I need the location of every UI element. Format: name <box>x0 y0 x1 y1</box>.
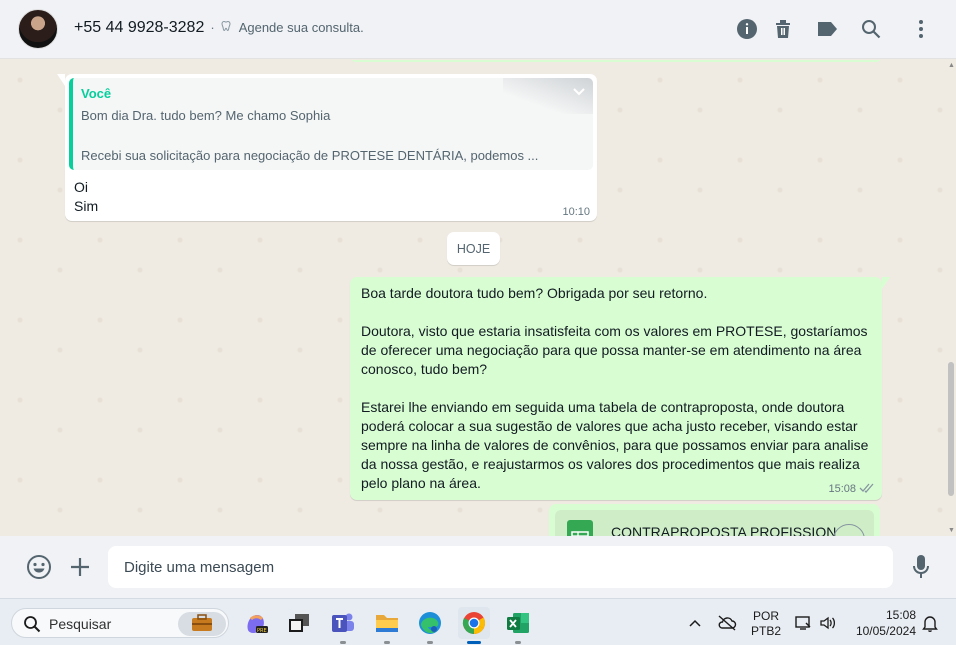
double-check-icon <box>859 482 875 496</box>
spreadsheet-file-icon <box>567 520 593 536</box>
incoming-message[interactable]: Você Bom dia Dra. tudo bem? Me chamo Sop… <box>57 74 597 221</box>
attach-plus-icon[interactable] <box>67 554 93 580</box>
message-text: Boa tarde doutora tudo bem? Obrigada por… <box>361 284 879 493</box>
outgoing-message[interactable]: Boa tarde doutora tudo bem? Obrigada por… <box>350 277 890 500</box>
download-icon[interactable] <box>833 524 865 536</box>
taskbar-search[interactable]: Pesquisar <box>11 608 229 638</box>
briefcase-icon[interactable] <box>178 612 226 636</box>
file-explorer-icon[interactable] <box>371 607 403 644</box>
chat-area[interactable]: Você Bom dia Dra. tudo bem? Me chamo Sop… <box>0 60 956 536</box>
copilot-icon[interactable]: PRE <box>240 607 272 639</box>
quoted-message[interactable]: Você Bom dia Dra. tudo bem? Me chamo Sop… <box>69 78 593 170</box>
message-paragraph: Doutora, visto que estaria insatisfeita … <box>361 323 868 377</box>
contact-info[interactable]: +55 44 9928-3282 · Agende sua consulta. <box>74 19 364 37</box>
search-label: Pesquisar <box>49 616 112 632</box>
excel-icon[interactable] <box>502 607 534 644</box>
contact-name: +55 44 9928-3282 <box>74 19 205 36</box>
edge-icon[interactable] <box>414 607 446 644</box>
message-line: Oi <box>74 179 88 195</box>
message-time: 15:08 <box>828 483 856 495</box>
scroll-up-arrow-icon[interactable]: ▲ <box>948 62 955 69</box>
network-icon[interactable] <box>792 599 814 645</box>
contact-avatar[interactable] <box>18 9 58 49</box>
document-name: CONTRAPROPOSTA PROFISSION <box>611 524 837 536</box>
message-time: 10:10 <box>562 206 590 218</box>
scrollbar-thumb[interactable] <box>948 362 954 496</box>
volume-icon[interactable] <box>817 599 839 645</box>
tooth-icon <box>221 20 233 32</box>
chat-header: +55 44 9928-3282 · Agende sua consulta. <box>0 0 956 59</box>
document-card[interactable]: CONTRAPROPOSTA PROFISSION <box>555 510 874 536</box>
label-icon[interactable] <box>815 17 839 41</box>
emoji-icon[interactable] <box>26 554 52 580</box>
clock-date: 10/05/2024 <box>855 624 916 638</box>
language-code: POR <box>752 609 779 623</box>
taskbar-clock[interactable]: 15:08 10/05/2024 <box>848 607 916 639</box>
menu-icon[interactable] <box>909 17 933 41</box>
keyboard-layout: PTB2 <box>751 624 782 638</box>
task-view-icon[interactable] <box>283 607 315 639</box>
quote-author: Você <box>81 86 112 101</box>
teams-icon[interactable] <box>327 607 359 644</box>
message-paragraph: Boa tarde doutora tudo bem? Obrigada por… <box>361 285 708 301</box>
chrome-icon[interactable] <box>458 607 490 644</box>
document-message[interactable]: CONTRAPROPOSTA PROFISSION <box>549 504 880 536</box>
search-icon[interactable] <box>859 17 883 41</box>
message-line: Sim <box>74 198 99 214</box>
bubble-tail <box>882 277 890 289</box>
day-divider: HOJE <box>447 232 500 265</box>
chevron-down-icon[interactable] <box>571 84 587 100</box>
quote-line: Bom dia Dra. tudo bem? Me chamo Sophia <box>81 108 331 123</box>
quote-line: Recebi sua solicitação para negociação d… <box>81 148 539 163</box>
message-meta: 15:08 <box>828 482 875 496</box>
bubble-tail <box>57 74 65 86</box>
input-language[interactable]: POR PTB2 <box>751 609 781 639</box>
message-paragraph: Estarei lhe enviando em seguida uma tabe… <box>361 399 869 491</box>
microphone-icon[interactable] <box>908 554 934 580</box>
message-composer <box>0 536 956 598</box>
separator: · <box>210 20 215 35</box>
scroll-down-arrow-icon[interactable]: ▼ <box>948 527 955 534</box>
info-icon[interactable] <box>735 17 759 41</box>
delete-icon[interactable] <box>771 17 795 41</box>
message-text: Oi Sim <box>74 178 98 216</box>
previous-message-edge <box>350 60 882 62</box>
search-icon <box>23 615 41 633</box>
clock-time: 15:08 <box>885 608 916 622</box>
message-input[interactable] <box>108 546 893 588</box>
svg-text:PRE: PRE <box>257 628 267 634</box>
chevron-up-icon[interactable] <box>685 599 705 645</box>
notification-bell-icon[interactable] <box>920 599 940 645</box>
contact-status: Agende sua consulta. <box>238 20 364 35</box>
chat-scrollbar[interactable]: ▲ ▼ <box>946 60 956 536</box>
windows-taskbar: Pesquisar PRE POR PTB2 15:08 10/05/2024 <box>0 598 956 645</box>
onedrive-offline-icon[interactable] <box>716 599 738 645</box>
